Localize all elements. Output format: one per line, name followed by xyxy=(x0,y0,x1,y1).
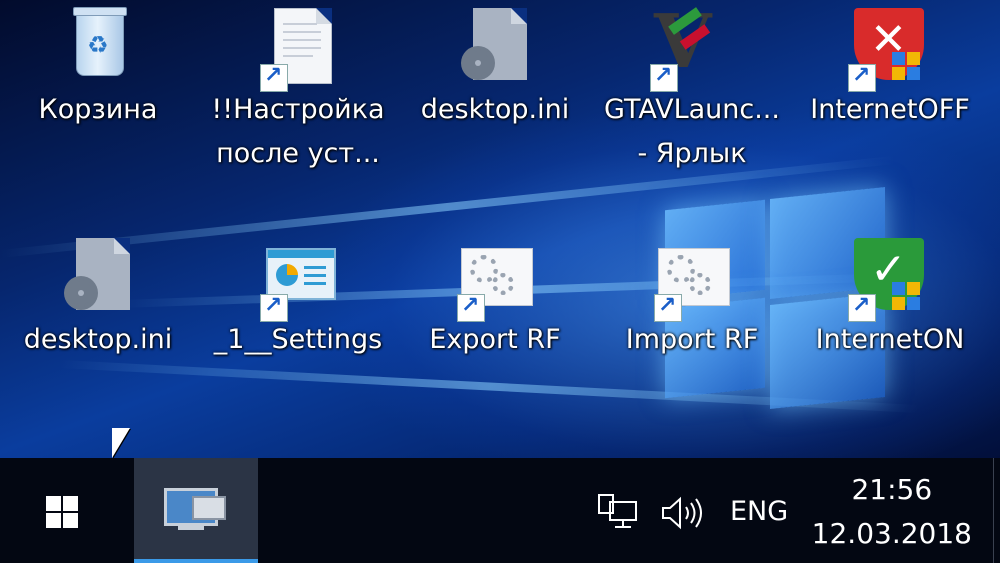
recycle-bin-icon-item[interactable]: ♻ Корзина xyxy=(8,7,188,132)
start-button[interactable] xyxy=(0,458,130,563)
gear-icon xyxy=(461,46,495,80)
icon-label: InternetOFF xyxy=(810,94,970,125)
uac-shield-icon xyxy=(892,282,922,312)
icon-label: _1__Settings xyxy=(213,324,383,355)
desktop-ini-item[interactable]: desktop.ini xyxy=(405,8,585,132)
gta-launcher-shortcut[interactable]: V GTAVLaunc... - Ярлык xyxy=(602,2,782,176)
shortcut-arrow-icon xyxy=(848,63,876,92)
icon-label: после уст... xyxy=(216,138,380,169)
clock-date: 12.03.2018 xyxy=(811,517,972,550)
icon-label: !!Настройка xyxy=(211,94,385,125)
shortcut-arrow-icon xyxy=(260,63,288,92)
gear-icon xyxy=(64,276,98,310)
icon-label: InternetON xyxy=(815,324,965,355)
export-rf-shortcut[interactable]: Export RF xyxy=(405,238,585,362)
volume-button[interactable] xyxy=(660,496,704,530)
network-button[interactable] xyxy=(598,494,638,530)
import-rf-shortcut[interactable]: Import RF xyxy=(602,238,782,362)
taskbar-app-remote-desktop[interactable] xyxy=(134,458,258,563)
shortcut-arrow-icon xyxy=(457,293,485,322)
settings-doc-shortcut[interactable]: !!Настройка после уст... xyxy=(208,8,388,176)
icon-label: Import RF xyxy=(625,324,759,355)
recycle-bin-icon: ♻ xyxy=(73,7,127,76)
uac-shield-icon xyxy=(892,52,922,82)
icon-label: desktop.ini xyxy=(420,94,570,125)
icon-label: Корзина xyxy=(38,94,158,125)
shortcut-arrow-icon xyxy=(654,293,682,322)
icon-label: desktop.ini xyxy=(23,324,173,355)
clock[interactable]: 21:56 12.03.2018 xyxy=(812,468,972,556)
mouse-cursor-icon xyxy=(112,428,130,458)
volume-icon xyxy=(662,496,702,530)
icon-label: Export RF xyxy=(429,324,561,355)
desktop-background[interactable]: ♻ Корзина !!Настройка после уст... deskt… xyxy=(0,0,1000,458)
internet-on-shortcut[interactable]: ✓ InternetON xyxy=(800,238,980,362)
desktop-ini-item[interactable]: desktop.ini xyxy=(8,238,188,362)
shortcut-arrow-icon xyxy=(848,293,876,322)
shortcut-arrow-icon xyxy=(650,63,678,92)
clock-time: 21:56 xyxy=(851,473,933,506)
shortcut-arrow-icon xyxy=(260,293,288,322)
internet-off-shortcut[interactable]: ✕ InternetOFF xyxy=(800,8,980,132)
icon-label: - Ярлык xyxy=(637,138,747,169)
icon-label: GTAVLaunc... xyxy=(604,94,780,125)
show-desktop-button[interactable] xyxy=(993,458,1000,563)
settings-shortcut[interactable]: _1__Settings xyxy=(208,238,388,362)
network-icon xyxy=(598,494,637,528)
language-indicator[interactable]: ENG xyxy=(730,496,788,527)
taskbar: ENG 21:56 12.03.2018 xyxy=(0,458,1000,563)
